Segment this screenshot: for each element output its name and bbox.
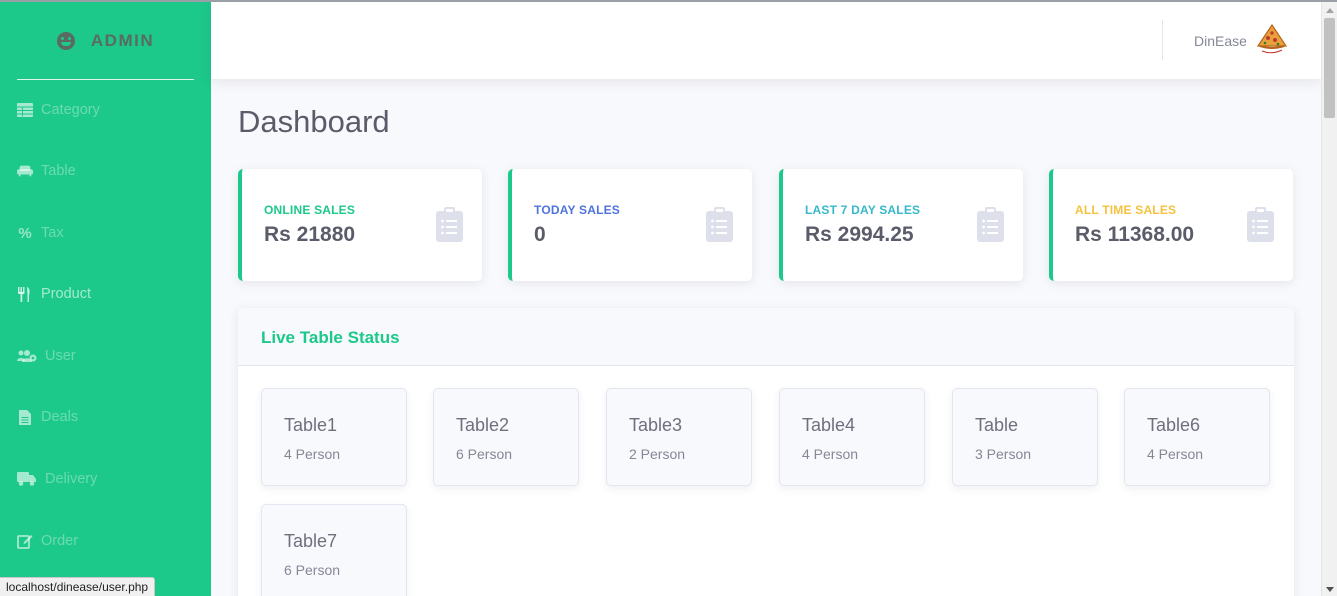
edit-icon <box>17 533 33 549</box>
live-table-status-panel: Live Table Status Table1 4 Person Table2… <box>238 308 1294 596</box>
clipboard-list-icon <box>977 207 1004 242</box>
sidebar-item-label: User <box>45 348 76 364</box>
sidebar-divider <box>17 79 194 80</box>
table-capacity: 6 Person <box>456 446 513 462</box>
clipboard-list-icon <box>436 207 463 242</box>
window-top-border <box>0 0 1337 2</box>
table-card-table3[interactable]: Table3 2 Person <box>606 388 752 486</box>
sidebar-brand[interactable]: ADMIN <box>0 2 211 79</box>
table-capacity: 4 Person <box>284 446 341 462</box>
percent-icon: % <box>18 224 32 242</box>
table-card-table6[interactable]: Table6 4 Person <box>1124 388 1270 486</box>
table-name: Table3 <box>629 415 683 435</box>
stat-label: ALL TIME SALES <box>1075 203 1177 217</box>
laugh-icon <box>56 31 75 50</box>
stat-card-today-sales: TODAY SALES 0 <box>508 169 752 281</box>
stat-value: Rs 21880 <box>264 223 356 246</box>
sidebar-item-product[interactable]: Product <box>17 286 91 302</box>
clipboard-list-icon <box>1247 207 1274 242</box>
table-name: Table1 <box>284 415 338 435</box>
table-capacity: 6 Person <box>284 562 341 578</box>
page-scrollbar[interactable] <box>1321 2 1337 596</box>
truck-icon <box>17 471 37 487</box>
scroll-down-arrow-icon[interactable] <box>1326 587 1334 592</box>
user-name[interactable]: DinEase <box>1194 33 1247 49</box>
table-capacity: 2 Person <box>629 446 686 462</box>
stat-card-last-7-day-sales: LAST 7 DAY SALES Rs 2994.25 <box>779 169 1023 281</box>
couch-icon <box>17 163 33 179</box>
stat-label: LAST 7 DAY SALES <box>805 203 921 217</box>
sidebar-item-label: Tax <box>41 225 64 241</box>
table-card-table5[interactable]: Table 3 Person <box>952 388 1098 486</box>
stat-value: 0 <box>534 223 546 246</box>
table-card-table4[interactable]: Table4 4 Person <box>779 388 925 486</box>
sidebar-item-table[interactable]: Table <box>17 163 76 179</box>
table-capacity: 4 Person <box>802 446 859 462</box>
sidebar-item-tax[interactable]: % Tax <box>17 224 64 242</box>
sidebar-item-label: Table <box>41 163 76 179</box>
panel-title: Live Table Status <box>261 328 400 347</box>
users-cog-icon <box>17 348 37 364</box>
sidebar-item-order[interactable]: Order <box>17 533 78 549</box>
sidebar-item-label: Category <box>41 102 100 118</box>
link-status-url: localhost/dinease/user.php <box>0 577 156 596</box>
sidebar-item-delivery[interactable]: Delivery <box>17 471 97 487</box>
sidebar-item-deals[interactable]: Deals <box>17 409 78 425</box>
table-name: Table6 <box>1147 415 1201 435</box>
table-name: Table7 <box>284 531 338 551</box>
file-icon <box>17 409 33 425</box>
table-card-table1[interactable]: Table1 4 Person <box>261 388 407 486</box>
table-capacity: 3 Person <box>975 446 1032 462</box>
scroll-up-arrow-icon[interactable] <box>1326 8 1334 13</box>
stat-value: Rs 11368.00 <box>1075 223 1195 246</box>
topbar-divider <box>1162 20 1163 60</box>
utensils-icon <box>17 286 33 302</box>
sidebar-item-category[interactable]: Category <box>17 102 100 118</box>
sidebar-item-label: Product <box>41 286 91 302</box>
sidebar-item-label: Order <box>41 533 79 549</box>
table-card-table7[interactable]: Table7 6 Person <box>261 504 407 596</box>
table-name: Table <box>975 415 1019 435</box>
table-name: Table4 <box>802 415 856 435</box>
scroll-thumb[interactable] <box>1324 18 1335 118</box>
brand-text: ADMIN <box>90 30 155 50</box>
page-title: Dashboard <box>238 104 390 139</box>
table-name: Table2 <box>456 415 510 435</box>
stat-card-online-sales: ONLINE SALES Rs 21880 <box>238 169 482 281</box>
sidebar-item-label: Delivery <box>45 471 98 487</box>
table-icon <box>17 102 33 118</box>
clipboard-list-icon <box>706 207 733 242</box>
pizza-logo-icon[interactable] <box>1254 22 1290 54</box>
panel-header: Live Table Status <box>238 308 1294 366</box>
sidebar-item-label: Deals <box>41 409 79 425</box>
topbar: DinEase <box>211 2 1321 79</box>
stat-card-all-time-sales: ALL TIME SALES Rs 11368.00 <box>1049 169 1293 281</box>
stat-label: ONLINE SALES <box>264 203 356 217</box>
sidebar: ADMIN Category Table % Tax Product User … <box>0 2 211 596</box>
stat-label: TODAY SALES <box>534 203 621 217</box>
table-capacity: 4 Person <box>1147 446 1204 462</box>
table-card-table2[interactable]: Table2 6 Person <box>433 388 579 486</box>
stat-value: Rs 2994.25 <box>805 223 914 246</box>
sidebar-item-user[interactable]: User <box>17 348 76 364</box>
